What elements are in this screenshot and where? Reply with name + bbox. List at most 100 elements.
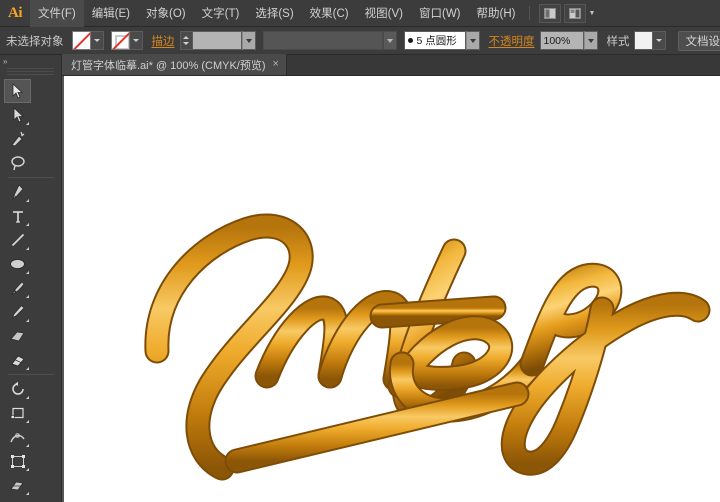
- menu-window[interactable]: 窗口(W): [411, 0, 469, 27]
- arrange-documents-button[interactable]: [539, 4, 561, 23]
- rotate-icon: [10, 381, 26, 397]
- tool-paintbrush[interactable]: [4, 276, 31, 300]
- tool-blob-brush[interactable]: [4, 324, 31, 348]
- stroke-weight-stepper[interactable]: [180, 31, 192, 50]
- tool-magic-wand[interactable]: [4, 127, 31, 151]
- tool-panel-header[interactable]: »: [0, 55, 61, 68]
- tool-ellipse[interactable]: [4, 252, 31, 276]
- workspace-chevron-down-icon[interactable]: ▼: [588, 10, 595, 17]
- menu-select[interactable]: 选择(S): [247, 0, 301, 27]
- selection-status-label: 未选择对象: [6, 33, 64, 49]
- graphic-style-swatch[interactable]: [634, 31, 653, 50]
- collapse-panel-icon[interactable]: »: [3, 57, 6, 66]
- pencil-icon: [10, 304, 26, 320]
- stroke-weight-label[interactable]: 描边: [152, 33, 175, 49]
- flyout-corner-icon[interactable]: [26, 247, 29, 250]
- menu-effect-label: 效果(C): [310, 5, 349, 21]
- tool-pencil[interactable]: [4, 300, 31, 324]
- inter-lettering-artwork[interactable]: [62, 76, 720, 502]
- menu-window-label: 窗口(W): [419, 5, 461, 21]
- stroke-color-swatch[interactable]: [111, 31, 130, 50]
- opacity-input[interactable]: 100%: [540, 31, 584, 50]
- tool-shape-builder[interactable]: [4, 473, 31, 497]
- brush-profile-input[interactable]: 5 点圆形: [404, 31, 466, 50]
- tool-eraser[interactable]: [4, 348, 31, 372]
- direct-selection-arrow-icon: [11, 107, 25, 123]
- fill-none-slash-icon: [72, 31, 91, 50]
- tool-lasso[interactable]: [4, 151, 31, 175]
- style-chevron-down-icon[interactable]: [653, 31, 666, 50]
- flyout-corner-icon[interactable]: [26, 367, 29, 370]
- blob-brush-icon: [9, 329, 26, 344]
- flyout-corner-icon[interactable]: [26, 271, 29, 274]
- tool-selection[interactable]: [4, 79, 31, 103]
- tool-line-segment[interactable]: [4, 228, 31, 252]
- opacity-chevron-down-icon[interactable]: [584, 31, 598, 50]
- menu-effect[interactable]: 效果(C): [302, 0, 357, 27]
- inter-artwork-svg: [62, 76, 720, 502]
- arrange-documents-icon: [544, 8, 556, 19]
- brush-profile-value: 5 点圆形: [417, 33, 457, 48]
- flyout-corner-icon[interactable]: [26, 122, 29, 125]
- shape-builder-icon: [9, 478, 26, 493]
- workspace-switcher-button[interactable]: [564, 4, 586, 23]
- opacity-label[interactable]: 不透明度: [489, 33, 535, 49]
- tool-direct-selection[interactable]: [4, 103, 31, 127]
- flyout-corner-icon[interactable]: [26, 319, 29, 322]
- line-segment-icon: [10, 232, 26, 248]
- pen-icon: [10, 184, 25, 200]
- document-tab-bar: 灯管字体临摹.ai* @ 100% (CMYK/预览) ×: [62, 55, 720, 76]
- menu-edit[interactable]: 编辑(E): [84, 0, 138, 27]
- tab-close-icon[interactable]: ×: [273, 59, 279, 70]
- fill-swatch-chevron-down-icon[interactable]: [91, 31, 104, 50]
- tool-width[interactable]: [4, 425, 31, 449]
- flyout-corner-icon[interactable]: [26, 396, 29, 399]
- document-setup-button[interactable]: 文档设置: [678, 31, 720, 51]
- flyout-corner-icon[interactable]: [26, 295, 29, 298]
- flyout-corner-icon[interactable]: [26, 492, 29, 495]
- eraser-icon: [9, 353, 26, 368]
- document-tab-title: 灯管字体临摹.ai* @ 100% (CMYK/预览): [71, 57, 266, 73]
- tool-scale[interactable]: [4, 401, 31, 425]
- flyout-corner-icon[interactable]: [26, 420, 29, 423]
- tool-divider: [8, 374, 54, 375]
- fill-color-swatch[interactable]: [72, 31, 91, 50]
- tool-grid: [4, 79, 57, 502]
- brush-profile-chevron-down-icon[interactable]: [466, 31, 480, 50]
- flyout-corner-icon[interactable]: [26, 444, 29, 447]
- flyout-corner-icon[interactable]: [26, 223, 29, 226]
- tool-type[interactable]: [4, 204, 31, 228]
- tool-column-graph[interactable]: [4, 497, 31, 502]
- free-transform-icon: [10, 454, 26, 469]
- flyout-corner-icon[interactable]: [26, 468, 29, 471]
- stroke-swatch-chevron-down-icon[interactable]: [130, 31, 143, 50]
- menu-object[interactable]: 对象(O): [138, 0, 194, 27]
- width-warp-icon: [9, 430, 26, 445]
- selection-arrow-icon: [10, 83, 25, 99]
- control-options-bar: 未选择对象 描边: [0, 27, 720, 55]
- menu-help[interactable]: 帮助(H): [469, 0, 524, 27]
- tool-panel-grip[interactable]: [7, 68, 54, 77]
- brush-definition-chevron-down-icon[interactable]: [383, 31, 397, 50]
- style-label: 样式: [607, 33, 630, 49]
- document-tab[interactable]: 灯管字体临摹.ai* @ 100% (CMYK/预览) ×: [62, 54, 287, 75]
- tool-pen[interactable]: [4, 180, 31, 204]
- menu-view-label: 视图(V): [365, 5, 403, 21]
- tool-panel: »: [0, 55, 62, 502]
- menu-file[interactable]: 文件(F): [30, 0, 84, 27]
- tool-free-transform[interactable]: [4, 449, 31, 473]
- workspace-switcher-icon: [569, 8, 581, 19]
- menu-help-label: 帮助(H): [477, 5, 516, 21]
- menu-view[interactable]: 视图(V): [357, 0, 411, 27]
- type-t-icon: [11, 209, 25, 224]
- menu-bar: Ai 文件(F) 编辑(E) 对象(O) 文字(T) 选择(S) 效果(C) 视…: [0, 0, 720, 27]
- stroke-weight-chevron-down-icon[interactable]: [242, 31, 256, 50]
- tool-rotate[interactable]: [4, 377, 31, 401]
- brush-profile-dot-icon: [408, 38, 413, 43]
- lasso-icon: [10, 155, 26, 171]
- artboard-canvas[interactable]: [62, 76, 720, 502]
- flyout-corner-icon[interactable]: [26, 199, 29, 202]
- menu-type[interactable]: 文字(T): [194, 0, 248, 27]
- stroke-weight-input[interactable]: [192, 31, 242, 50]
- brush-definition-input[interactable]: [263, 31, 383, 50]
